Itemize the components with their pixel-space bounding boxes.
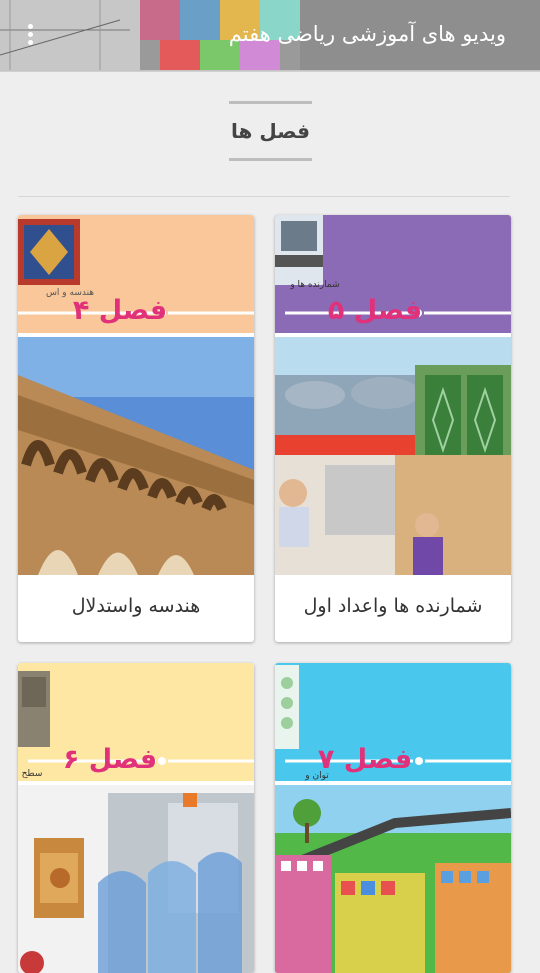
cover-heading: فصل ۷ bbox=[318, 744, 412, 775]
cover-subtitle: توان و bbox=[304, 771, 329, 781]
divider bbox=[18, 196, 510, 197]
chapter-cover-image: فصل ۴ هندسه و اس bbox=[18, 215, 254, 575]
more-vert-icon[interactable] bbox=[22, 24, 38, 48]
app-title: ویدیو های آموزشی ریاضی هفتم bbox=[228, 22, 506, 46]
cover-subtitle: سطح bbox=[22, 769, 43, 779]
chapter-cover-image: فصل ۶ سطح bbox=[18, 663, 254, 973]
chapter-card-4[interactable]: فصل ۴ هندسه و اس هندسه واستدلال bbox=[18, 215, 254, 642]
cover-subtitle: شمارنده ها و bbox=[289, 280, 339, 290]
section-heading: فصل ها bbox=[229, 101, 312, 161]
cover-heading: فصل ۴ bbox=[73, 295, 167, 326]
cover-heading: فصل ۶ bbox=[63, 744, 157, 775]
cover-heading: فصل ۵ bbox=[328, 295, 422, 326]
chapter-label: هندسه واستدلال bbox=[71, 595, 201, 617]
app-bar: ویدیو های آموزشی ریاضی هفتم bbox=[0, 0, 540, 72]
chapter-card-6[interactable]: فصل ۶ سطح bbox=[18, 663, 254, 973]
cover-subtitle: هندسه و اس bbox=[46, 288, 94, 298]
chapter-card-7[interactable]: فصل ۷ توان و bbox=[275, 663, 511, 973]
chapter-cover-image: فصل ۷ توان و bbox=[275, 663, 511, 973]
chapter-label: شمارنده ها واعداد اول bbox=[303, 595, 483, 617]
chapter-card-5[interactable]: فصل ۵ شمارنده ها و شمارنده ها واعداد اول bbox=[275, 215, 511, 642]
chapter-cover-image: فصل ۵ شمارنده ها و bbox=[275, 215, 511, 575]
